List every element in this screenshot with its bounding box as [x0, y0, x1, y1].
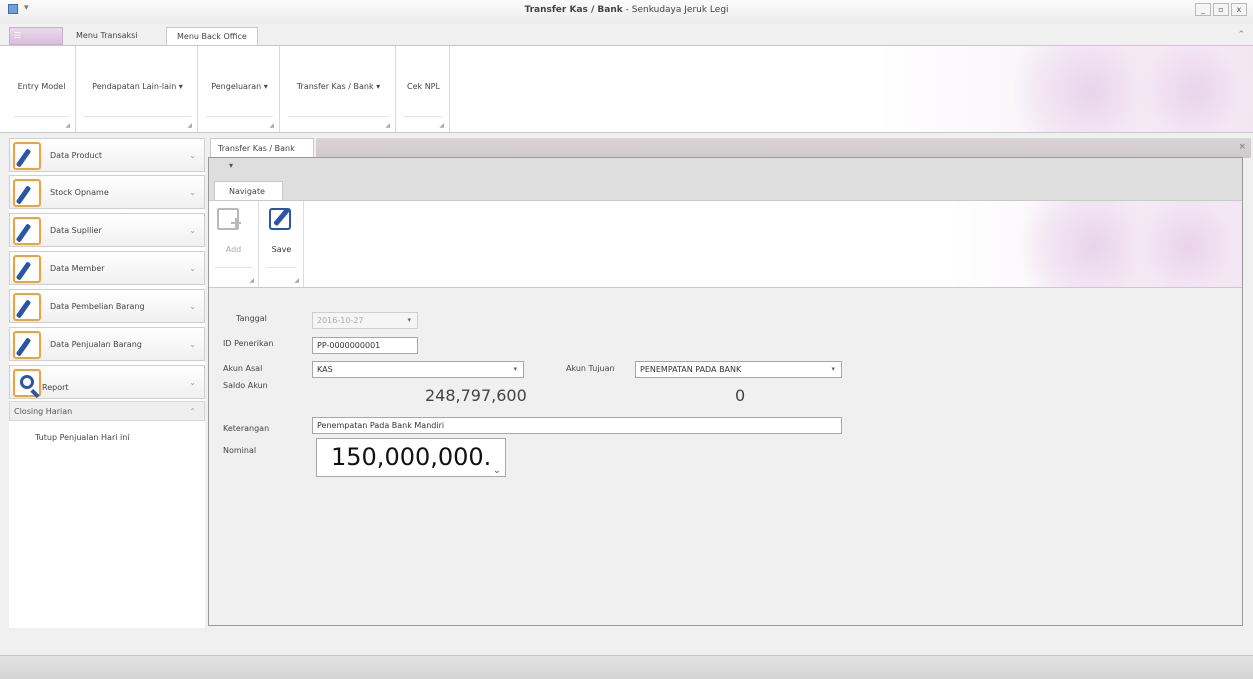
dropdown-arrow-icon: ▾	[513, 365, 517, 373]
document-tab-strip	[316, 138, 1251, 158]
dropdown-arrow-icon: ▾	[831, 365, 835, 373]
keterangan-label: Keterangan	[223, 424, 270, 433]
sidebar-item-stock-opname[interactable]: Stock Opname ⌄	[9, 175, 205, 209]
ribbon-group-cek-npl[interactable]: Cek NPL ◢	[398, 46, 450, 132]
minimize-button[interactable]: _	[1195, 3, 1211, 16]
close-window-button[interactable]: x	[1231, 3, 1247, 16]
sidebar-nav: Data Product ⌄ Stock Opname ⌄ Data Supllie…	[9, 138, 205, 628]
akun-asal-select[interactable]: KAS ▾	[312, 361, 524, 378]
sidebar-item-data-product[interactable]: Data Product ⌄	[9, 138, 205, 172]
window-controls: _ ▫ x	[1195, 3, 1247, 16]
sidebar-item-data-penjualan-barang[interactable]: Data Penjualan Barang ⌄	[9, 327, 205, 361]
sidebar-item-data-supllier[interactable]: Data Supllier ⌄	[9, 213, 205, 247]
akun-tujuan-label: Akun Tujuan	[566, 364, 615, 373]
sidebar-link-tutup-penjualan[interactable]: Tutup Penjualan Hari ini	[35, 433, 130, 442]
tanggal-label: Tanggal	[236, 314, 267, 323]
sidebar-item-data-pembelian-barang[interactable]: Data Pembelian Barang ⌄	[9, 289, 205, 323]
pencil-icon	[13, 293, 41, 321]
ribbon-group-pendapatan[interactable]: Pendapatan Lain-lain ▾ ◢	[78, 46, 198, 132]
chevron-down-icon: ⌄	[189, 378, 196, 387]
window-title: Transfer Kas / Bank - Senkudaya Jeruk Le…	[524, 5, 729, 15]
akun-asal-label: Akun Asal	[223, 364, 263, 373]
ribbon-group-entry-model[interactable]: Entry Model ◢	[8, 46, 76, 132]
save-icon	[269, 208, 291, 230]
saldo-akun-asal-value: 248,797,600	[425, 386, 527, 405]
tanggal-date-field[interactable]: 2016-10-27 ▾	[312, 312, 418, 329]
ribbon-collapse-icon[interactable]: ⌃	[1237, 30, 1245, 40]
tab-menu-transaksi[interactable]: Menu Transaksi	[66, 27, 148, 46]
chevron-down-icon: ⌄	[189, 340, 196, 349]
keterangan-field[interactable]: Penempatan Pada Bank Mandiri	[312, 417, 842, 434]
main-ribbon: Entry Model ◢ Pendapatan Lain-lain ▾ ◢ Pen…	[0, 45, 1253, 133]
add-icon	[217, 208, 241, 230]
chevron-down-icon: ⌄	[189, 264, 196, 273]
save-button[interactable]: Save ◢	[260, 201, 304, 287]
tab-navigate[interactable]: Navigate	[214, 181, 283, 201]
nominal-spin-field[interactable]: 150,000,000. ⌄	[316, 438, 506, 477]
chevron-down-icon: ⌄	[189, 226, 196, 235]
pencil-icon	[13, 255, 41, 283]
ribbon-decoration	[1119, 201, 1242, 287]
nominal-label: Nominal	[223, 446, 257, 455]
akun-tujuan-select[interactable]: PENEMPATAN PADA BANK ▾	[635, 361, 842, 378]
spin-button-icon[interactable]: ⌄	[493, 452, 501, 489]
chevron-down-icon: ⌄	[189, 302, 196, 311]
ribbon-group-transfer-kas-bank[interactable]: Transfer Kas / Bank ▾ ◢	[282, 46, 396, 132]
magnifier-icon	[13, 369, 41, 397]
tab-transfer-kas-bank[interactable]: Transfer Kas / Bank	[210, 138, 314, 158]
restore-button[interactable]: ▫	[1213, 3, 1229, 16]
sidebar-group-closing-harian[interactable]: Closing Harian ⌃	[9, 401, 205, 421]
ribbon-group-pengeluaran[interactable]: Pengeluaran ▾ ◢	[200, 46, 280, 132]
chevron-down-icon: ⌄	[189, 151, 196, 160]
dropdown-arrow-icon: ▾	[407, 316, 411, 324]
sidebar-item-data-member[interactable]: Data Member ⌄	[9, 251, 205, 285]
ribbon-decoration	[1120, 46, 1253, 132]
pencil-icon	[13, 217, 41, 245]
application-menu-button[interactable]: ☰	[9, 27, 63, 45]
id-penerikan-field[interactable]: PP-0000000001	[312, 337, 418, 354]
document-quick-access-icon[interactable]: ▾	[229, 161, 233, 170]
title-bar: ▾ Transfer Kas / Bank - Senkudaya Jeruk …	[0, 0, 1253, 24]
pencil-icon	[13, 179, 41, 207]
id-penerikan-label: ID Penerikan	[223, 339, 274, 348]
status-bar	[0, 655, 1253, 679]
saldo-akun-label: Saldo Akun	[223, 381, 268, 390]
document-ribbon-header	[209, 158, 1242, 201]
chevron-down-icon: ⌄	[189, 188, 196, 197]
pencil-icon	[13, 142, 41, 170]
chevron-up-icon: ⌃	[189, 407, 196, 416]
add-button[interactable]: Add ◢	[209, 201, 259, 287]
sidebar-item-report[interactable]: Report ⌄	[9, 365, 205, 399]
close-document-icon[interactable]: ×	[1238, 142, 1246, 152]
tab-menu-back-office[interactable]: Menu Back Office	[166, 27, 258, 46]
document-ribbon: Add ◢ Save ◢	[209, 200, 1242, 288]
pencil-icon	[13, 331, 41, 359]
saldo-akun-tujuan-value: 0	[735, 386, 746, 405]
